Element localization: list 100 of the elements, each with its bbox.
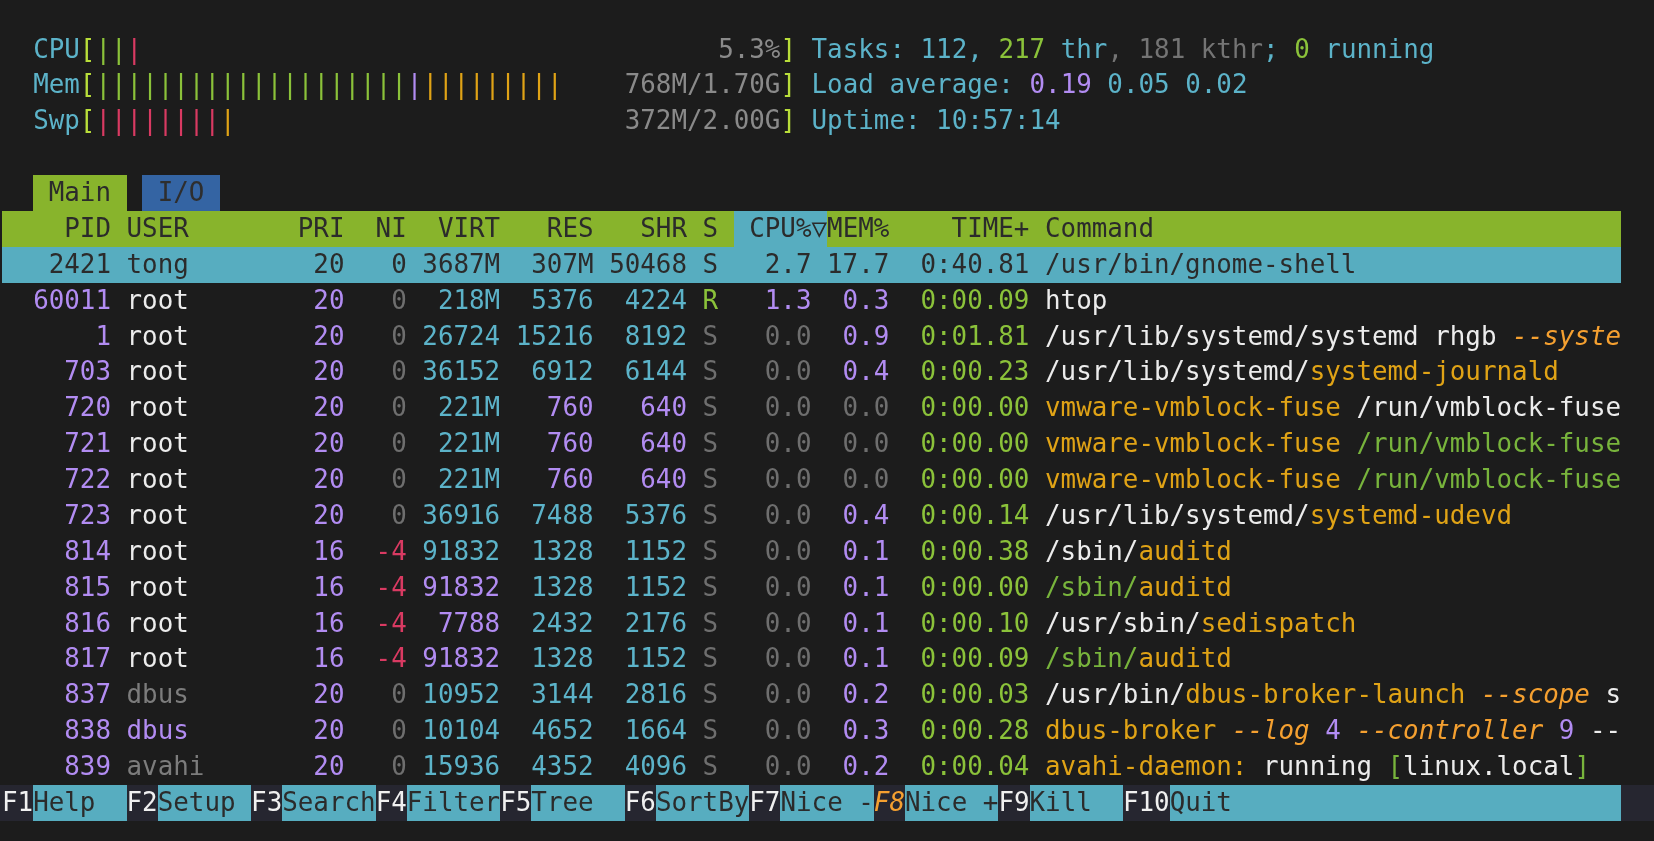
table-cell-text: /sbin/auditd	[1044, 642, 1233, 676]
process-row[interactable]: 815 root 16 -4 91832 1328 1152 S 0.0 0.1 0:00.00 /sbin/auditd	[2, 569, 1622, 606]
table-cell-text: 0:00.00	[919, 391, 1030, 425]
table-cell-text: 837	[63, 678, 111, 712]
table-cell-text: htop	[1044, 283, 1109, 317]
table-cell-text: 218M	[436, 283, 501, 317]
table-cell-text: S	[701, 355, 719, 389]
process-row[interactable]: 817 root 16 -4 91832 1328 1152 S 0.0 0.1 0:00.09 /sbin/auditd	[2, 641, 1622, 678]
column-header[interactable]: USER	[110, 210, 283, 247]
table-cell-text: /usr/lib/systemd/systemd rhgb --syste	[1044, 319, 1622, 353]
table-cell-text: 0	[390, 319, 407, 353]
table-cell-text: root	[125, 463, 190, 497]
table-cell-text: S	[701, 534, 719, 568]
table-cell-text: 15216	[514, 319, 594, 353]
table-cell-text: 0.0	[763, 391, 812, 425]
table-cell-text: R	[701, 283, 719, 317]
process-row[interactable]: 723 root 20 0 36916 7488 5376 S 0.0 0.4 0:00.14 /usr/lib/systemd/systemd-udevd	[2, 497, 1622, 534]
table-cell-text: avahi-daemon: running [linux.local]	[1044, 750, 1591, 784]
table-cell-text: 1328	[530, 534, 594, 568]
column-header[interactable]: MEM%	[827, 210, 890, 247]
table-cell-text: 16	[312, 570, 345, 604]
process-row[interactable]: 720 root 20 0 221M 760 640 S 0.0 0.0 0:00.00 vmware-vmblock-fuse /run/vmblock-fuse	[2, 390, 1622, 427]
table-cell-text: /usr/bin/gnome-shell	[1044, 247, 1358, 281]
process-row[interactable]: 839 avahi 20 0 15936 4352 4096 S 0.0 0.2 0:00.04 avahi-daemon: running [linux.local]	[2, 749, 1622, 785]
table-cell-text: S	[701, 427, 719, 461]
table-cell-text: 4096	[623, 750, 687, 784]
process-row[interactable]: 816 root 16 -4 7788 2432 2176 S 0.0 0.1 0:00.10 /usr/sbin/sedispatch	[2, 605, 1622, 642]
process-row[interactable]: 721 root 20 0 221M 760 640 S 0.0 0.0 0:00.00 vmware-vmblock-fuse /run/vmblock-fuse	[2, 426, 1622, 463]
column-header[interactable]: CPU%▽	[733, 210, 828, 247]
meter-reading: 5.3%]	[718, 32, 796, 66]
table-cell-text: /sbin/auditd	[1044, 534, 1233, 568]
meter-label: Mem	[33, 68, 80, 102]
column-header[interactable]: SHR	[593, 210, 687, 247]
table-cell-text: vmware-vmblock-fuse /run/vmblock-fuse	[1044, 427, 1622, 461]
process-row[interactable]: 2421 tong 20 0 3687M 307M 50468 S 2.7 17.7 0:40.81 /usr/bin/gnome-shell	[2, 246, 1622, 283]
table-cell-text: 0:00.04	[919, 750, 1030, 784]
table-cell-text: 0:40.81	[919, 247, 1030, 281]
table-cell-text: 0.0	[763, 714, 812, 748]
table-cell-text: 20	[312, 427, 345, 461]
table-cell-text: 307M	[530, 247, 594, 281]
process-row[interactable]: 703 root 20 0 36152 6912 6144 S 0.0 0.4 0:00.23 /usr/lib/systemd/systemd-journald	[2, 354, 1622, 391]
table-cell-text: 10952	[421, 678, 501, 712]
table-cell-text: 0	[390, 498, 407, 532]
process-row[interactable]: 838 dbus 20 0 10104 4652 1664 S 0.0 0.3 0:00.28 dbus-broker --log 4 --controller 9 --	[2, 713, 1622, 750]
table-cell-text: 0.0	[763, 427, 812, 461]
table-cell-text: S	[701, 319, 719, 353]
table-cell-text: 0.0	[763, 678, 812, 712]
table-cell-text: 221M	[436, 463, 501, 497]
table-cell-text: 0.4	[841, 498, 890, 532]
table-cell-text: S	[701, 678, 719, 712]
table-cell-text: 4652	[530, 714, 594, 748]
table-cell-text: 0.0	[841, 427, 890, 461]
summary-line: Tasks: 112, 217 thr, 181 kthr; 0 running	[811, 32, 1435, 66]
table-cell-text: 0.0	[763, 750, 812, 784]
table-cell-text: root	[125, 570, 190, 604]
table-cell-text: 20	[312, 283, 345, 317]
column-header[interactable]: RES	[500, 210, 594, 247]
column-header[interactable]: VIRT	[406, 210, 501, 247]
column-header[interactable]: PID	[2, 210, 111, 247]
meter-label: CPU	[33, 32, 80, 66]
table-cell-text: 60011	[32, 283, 111, 317]
meter-label: Swp	[33, 104, 80, 138]
meter-reading: 372M/2.00G]	[624, 104, 796, 138]
column-header[interactable]: TIME+	[889, 210, 1030, 247]
table-cell-text: 50468	[608, 247, 687, 281]
table-cell-text: 0.2	[841, 678, 890, 712]
table-cell-text: 0:00.00	[919, 463, 1030, 497]
process-row[interactable]: 837 dbus 20 0 10952 3144 2816 S 0.0 0.2 0:00.03 /usr/bin/dbus-broker-launch --scope s	[2, 677, 1622, 714]
tab[interactable]: Main	[33, 175, 127, 211]
process-row[interactable]: 1 root 20 0 26724 15216 8192 S 0.0 0.9 0:01.81 /usr/lib/systemd/systemd rhgb --syste	[2, 318, 1622, 355]
table-cell-text: 1328	[530, 642, 594, 676]
table-cell-text: S	[701, 247, 719, 281]
process-row[interactable]: 60011 root 20 0 218M 5376 4224 R 1.3 0.3 0:00.09 htop	[2, 282, 1622, 319]
table-cell-text: 2816	[623, 678, 687, 712]
table-cell-text: 221M	[436, 391, 501, 425]
table-cell-text: root	[125, 498, 190, 532]
table-cell-text: dbus-broker --log 4 --controller 9 --	[1044, 714, 1622, 748]
table-cell-text: /usr/bin/dbus-broker-launch --scope s	[1044, 678, 1622, 712]
meter-gauge-text: [|||	[79, 32, 143, 67]
table-cell-text: 91832	[421, 642, 501, 676]
table-cell-text: 20	[312, 463, 345, 497]
process-row[interactable]: 814 root 16 -4 91832 1328 1152 S 0.0 0.1 0:00.38 /sbin/auditd	[2, 533, 1622, 570]
table-cell-text: 15936	[421, 750, 501, 784]
table-cell-text: vmware-vmblock-fuse /run/vmblock-fuse	[1044, 463, 1622, 497]
column-header[interactable]: Command	[1029, 210, 1622, 247]
table-cell-text: -4	[374, 570, 407, 604]
table-cell-text: 0.0	[763, 355, 812, 389]
column-header[interactable]: NI	[344, 210, 407, 247]
meter-reading: 768M/1.70G]	[624, 68, 796, 102]
table-cell-text: 760	[545, 463, 594, 497]
table-cell-text: /usr/sbin/sedispatch	[1044, 606, 1358, 640]
table-cell-text: /usr/lib/systemd/systemd-udevd	[1044, 498, 1514, 532]
column-header[interactable]: PRI	[282, 210, 345, 247]
table-cell-text: 20	[312, 391, 345, 425]
table-cell-text: 1.3	[763, 283, 812, 317]
column-header[interactable]: S	[686, 210, 719, 247]
process-row[interactable]: 722 root 20 0 221M 760 640 S 0.0 0.0 0:00.00 vmware-vmblock-fuse /run/vmblock-fuse	[2, 462, 1622, 498]
table-cell-text: 17.7	[826, 247, 890, 281]
table-cell-text: dbus	[125, 714, 190, 748]
table-cell-text: tong	[125, 247, 190, 281]
